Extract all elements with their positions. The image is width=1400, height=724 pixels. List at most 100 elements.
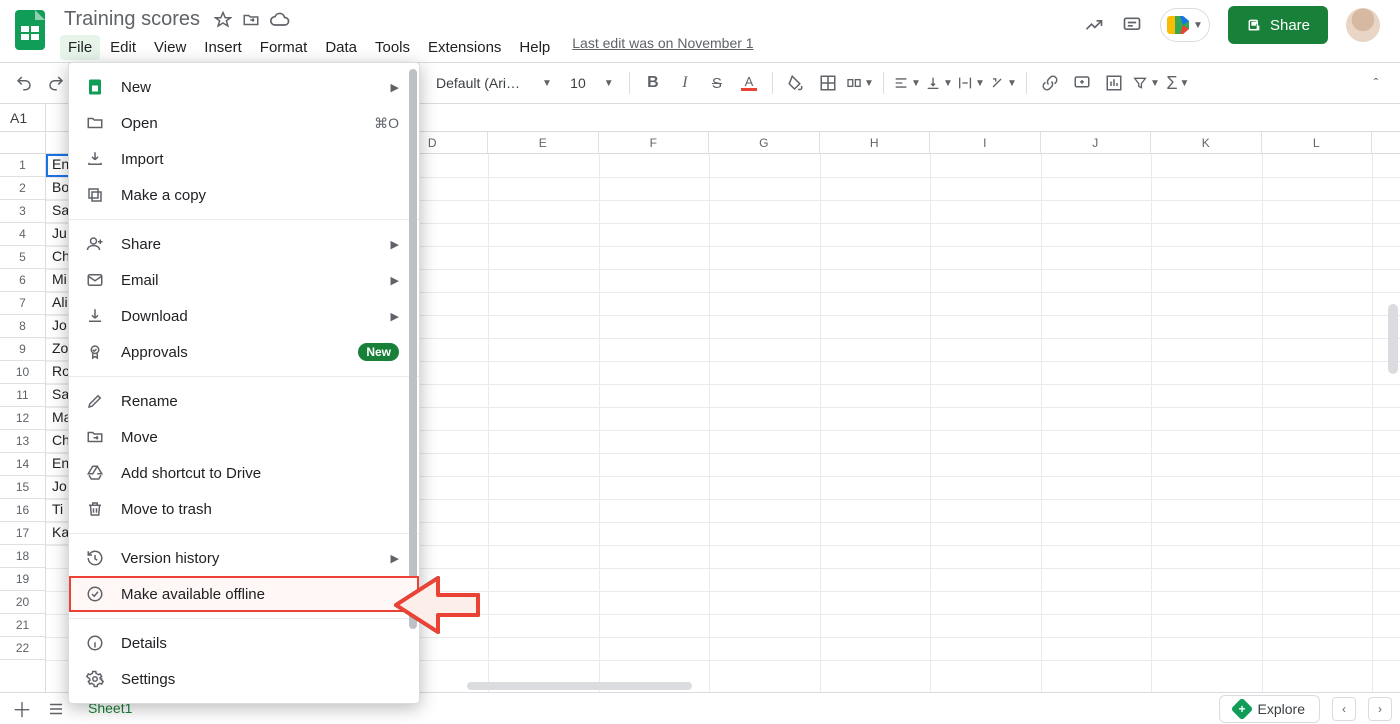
horizontal-align-button[interactable]: ▼ (893, 69, 921, 97)
name-box[interactable]: A1 (0, 104, 46, 131)
row-header-20[interactable]: 20 (0, 591, 45, 614)
sheets-logo-icon[interactable] (12, 6, 48, 54)
row-header-11[interactable]: 11 (0, 384, 45, 407)
font-size-select[interactable]: 10▼ (564, 69, 620, 97)
share-button[interactable]: Share (1228, 6, 1328, 44)
scroll-sheet-right[interactable]: › (1368, 697, 1392, 721)
row-header-7[interactable]: 7 (0, 292, 45, 315)
trash-icon (85, 500, 105, 518)
column-header-E[interactable]: E (488, 132, 599, 153)
present-meet-button[interactable]: ▼ (1160, 8, 1210, 42)
row-header-3[interactable]: 3 (0, 200, 45, 223)
row-header-4[interactable]: 4 (0, 223, 45, 246)
collapse-toolbar-button[interactable]: ˆ (1362, 69, 1390, 97)
last-edit-link[interactable]: Last edit was on November 1 (572, 35, 753, 60)
row-header-16[interactable]: 16 (0, 499, 45, 522)
column-header-I[interactable]: I (930, 132, 1041, 153)
vertical-scrollbar[interactable] (1388, 304, 1398, 374)
row-header-22[interactable]: 22 (0, 637, 45, 660)
text-wrap-button[interactable]: ▼ (957, 69, 985, 97)
menu-file[interactable]: File (60, 35, 100, 60)
menu-view[interactable]: View (146, 35, 194, 60)
row-header-18[interactable]: 18 (0, 545, 45, 568)
comments-icon[interactable] (1122, 15, 1142, 35)
text-color-button[interactable]: A (735, 69, 763, 97)
row-header-6[interactable]: 6 (0, 269, 45, 292)
row-header-9[interactable]: 9 (0, 338, 45, 361)
bold-button[interactable]: B (639, 69, 667, 97)
column-header-J[interactable]: J (1041, 132, 1152, 153)
file-menu-rename[interactable]: Rename (69, 383, 419, 419)
row-header-10[interactable]: 10 (0, 361, 45, 384)
row-header-19[interactable]: 19 (0, 568, 45, 591)
cloud-done-icon[interactable] (270, 10, 290, 30)
folder-icon (85, 114, 105, 132)
file-menu-make-a-copy[interactable]: Make a copy (69, 177, 419, 213)
file-menu-details[interactable]: Details (69, 625, 419, 661)
file-menu-open[interactable]: Open⌘O (69, 105, 419, 141)
select-all-corner[interactable] (0, 132, 46, 154)
file-menu-email[interactable]: Email▶ (69, 262, 419, 298)
row-header-2[interactable]: 2 (0, 177, 45, 200)
menu-edit[interactable]: Edit (102, 35, 144, 60)
menu-tools[interactable]: Tools (367, 35, 418, 60)
file-menu-import[interactable]: Import (69, 141, 419, 177)
vertical-align-button[interactable]: ▼ (925, 69, 953, 97)
menu-item-label: Email (121, 272, 159, 289)
file-menu-download[interactable]: Download▶ (69, 298, 419, 334)
insert-comment-button[interactable] (1068, 69, 1096, 97)
row-header-21[interactable]: 21 (0, 614, 45, 637)
menu-format[interactable]: Format (252, 35, 316, 60)
fill-color-button[interactable] (782, 69, 810, 97)
file-menu-add-shortcut-to-drive[interactable]: Add shortcut to Drive (69, 455, 419, 491)
redo-button[interactable] (42, 69, 70, 97)
all-sheets-button[interactable] (42, 695, 70, 723)
file-menu-make-available-offline[interactable]: Make available offline (69, 576, 419, 612)
italic-button[interactable]: I (671, 69, 699, 97)
undo-button[interactable] (10, 69, 38, 97)
insert-chart-button[interactable] (1100, 69, 1128, 97)
strikethrough-button[interactable]: S (703, 69, 731, 97)
document-title[interactable]: Training scores (60, 6, 204, 33)
insert-link-button[interactable] (1036, 69, 1064, 97)
file-menu-version-history[interactable]: Version history▶ (69, 540, 419, 576)
column-header-L[interactable]: L (1262, 132, 1373, 153)
scroll-sheet-left[interactable]: ‹ (1332, 697, 1356, 721)
star-icon[interactable] (214, 11, 232, 29)
menu-insert[interactable]: Insert (196, 35, 250, 60)
menu-data[interactable]: Data (317, 35, 365, 60)
functions-button[interactable]: Σ▼ (1164, 69, 1192, 97)
menu-extensions[interactable]: Extensions (420, 35, 509, 60)
row-header-12[interactable]: 12 (0, 407, 45, 430)
trend-line-icon[interactable] (1084, 15, 1104, 35)
row-headers[interactable]: 12345678910111213141516171819202122 (0, 154, 46, 692)
row-header-5[interactable]: 5 (0, 246, 45, 269)
row-header-8[interactable]: 8 (0, 315, 45, 338)
row-header-15[interactable]: 15 (0, 476, 45, 499)
horizontal-scrollbar-thumb[interactable] (467, 682, 692, 690)
row-header-14[interactable]: 14 (0, 453, 45, 476)
create-filter-button[interactable]: ▼ (1132, 69, 1160, 97)
borders-button[interactable] (814, 69, 842, 97)
font-family-select[interactable]: Default (Ari…▼ (428, 69, 560, 97)
move-icon[interactable] (242, 11, 260, 29)
file-menu-move-to-trash[interactable]: Move to trash (69, 491, 419, 527)
row-header-13[interactable]: 13 (0, 430, 45, 453)
menu-help[interactable]: Help (511, 35, 558, 60)
row-header-17[interactable]: 17 (0, 522, 45, 545)
column-header-F[interactable]: F (599, 132, 710, 153)
file-menu-new[interactable]: New▶ (69, 69, 419, 105)
column-header-K[interactable]: K (1151, 132, 1262, 153)
row-header-1[interactable]: 1 (0, 154, 45, 177)
column-header-H[interactable]: H (820, 132, 931, 153)
add-sheet-button[interactable]: ＋ (8, 695, 36, 723)
file-menu-move[interactable]: Move (69, 419, 419, 455)
merge-cells-button[interactable]: ▼ (846, 69, 874, 97)
file-menu-approvals[interactable]: ApprovalsNew (69, 334, 419, 370)
column-header-G[interactable]: G (709, 132, 820, 153)
explore-button[interactable]: Explore (1219, 695, 1320, 723)
file-menu-share[interactable]: Share▶ (69, 226, 419, 262)
text-rotation-button[interactable]: ▼ (989, 69, 1017, 97)
account-avatar[interactable] (1346, 8, 1380, 42)
file-menu-settings[interactable]: Settings (69, 661, 419, 697)
